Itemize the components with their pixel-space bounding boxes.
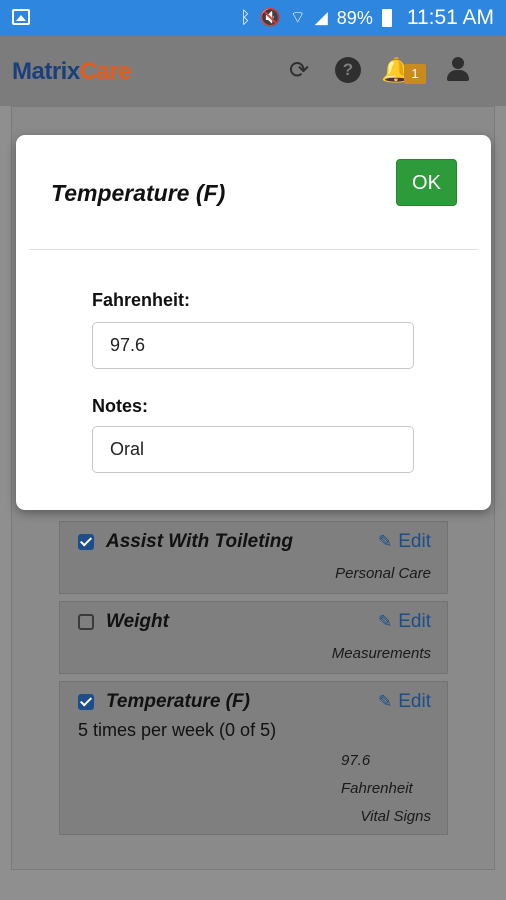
reading-value: 97.6 [341, 752, 371, 769]
task-frequency: 5 times per week (0 of 5) [78, 720, 277, 740]
matrixcare-logo: MatrixCare [12, 58, 132, 86]
dialog-title: Temperature (F) [51, 180, 226, 206]
task-checkbox[interactable] [78, 534, 94, 550]
task-title: Weight [106, 611, 169, 632]
app-header: MatrixCare ⟳ ? 🔔 [0, 36, 506, 106]
task-category: Personal Care [335, 565, 431, 582]
task-category: Vital Signs [360, 808, 431, 825]
task-checkbox[interactable] [78, 614, 94, 630]
edit-icon: ✎ [378, 692, 393, 712]
dialog-divider [29, 249, 478, 250]
edit-button[interactable]: ✎ Edit [378, 611, 431, 633]
fahrenheit-input[interactable]: 97.6 [92, 322, 414, 369]
status-bar: ᛒ 🔇 ⌔ ◢ 89% 11:51 AM [0, 0, 506, 36]
edit-button[interactable]: ✎ Edit [378, 691, 431, 713]
bluetooth-icon: ᛒ [240, 8, 251, 28]
edit-label: Edit [398, 691, 431, 712]
edit-icon: ✎ [378, 612, 393, 632]
wifi-icon: ⌔ [289, 8, 306, 28]
task-card: Assist With Toileting ✎ Edit Personal Car… [59, 521, 448, 594]
image-icon [12, 9, 30, 25]
status-icons: ᛒ 🔇 ⌔ ◢ 89% 11:51 AM [240, 0, 494, 36]
reading-unit: Fahrenheit [341, 780, 413, 797]
notes-label: Notes: [92, 396, 149, 416]
task-title: Temperature (F) [106, 691, 250, 712]
task-category: Measurements [331, 645, 431, 662]
edit-label: Edit [398, 611, 431, 632]
edit-label: Edit [398, 531, 431, 552]
help-icon[interactable]: ? [335, 57, 361, 83]
edit-button[interactable]: ✎ Edit [378, 531, 431, 553]
mute-icon: 🔇 [259, 8, 281, 28]
edit-icon: ✎ [378, 532, 393, 552]
fahrenheit-label: Fahrenheit: [92, 290, 191, 310]
battery-percent: 89% [336, 7, 373, 28]
logo-part-care: Care [79, 58, 132, 85]
task-card: Temperature (F) ✎ Edit 5 times per week (… [59, 681, 448, 835]
refresh-icon[interactable]: ⟳ [286, 57, 312, 83]
task-checkbox[interactable] [78, 694, 94, 710]
temperature-dialog: Temperature (F) OK Fahrenheit: 97.6 Note… [16, 135, 491, 510]
signal-icon: ◢ [314, 8, 328, 28]
notes-input[interactable]: Oral [92, 426, 414, 473]
task-card: Weight ✎ Edit Measurements [59, 601, 448, 674]
battery-icon [381, 9, 392, 27]
ok-button[interactable]: OK [396, 159, 457, 206]
logo-part-matrix: Matrix [12, 58, 80, 85]
clock: 11:51 AM [406, 6, 494, 29]
user-icon[interactable] [445, 57, 471, 83]
notification-badge: 1 [404, 64, 426, 84]
task-title: Assist With Toileting [106, 531, 294, 552]
